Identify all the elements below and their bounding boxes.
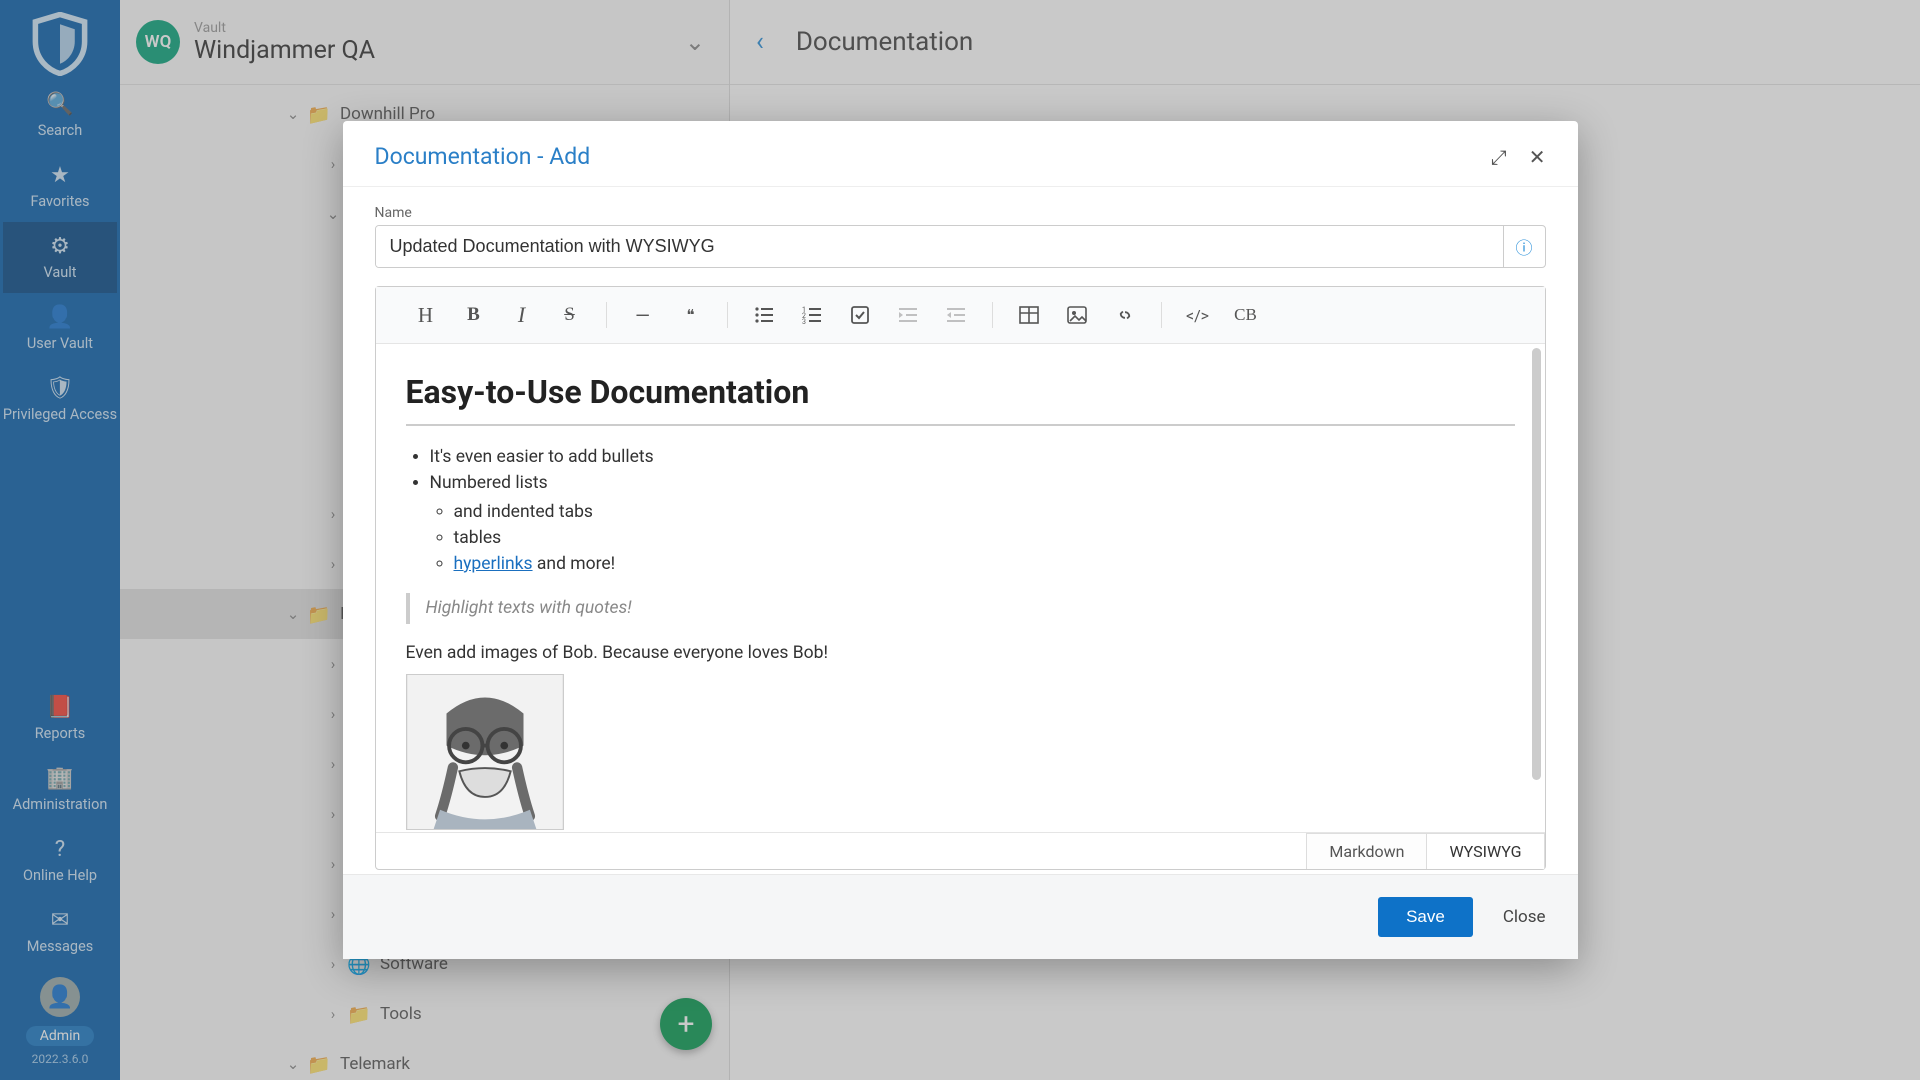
name-field-row: ⓘ: [375, 225, 1546, 268]
link-icon: [1115, 305, 1135, 325]
expand-icon[interactable]: ⤢: [1491, 145, 1507, 169]
heading-button[interactable]: H: [404, 297, 448, 333]
nested-list: and indented tabs tables hyperlinks and …: [430, 499, 1515, 578]
numbered-list-button[interactable]: 123: [790, 297, 834, 333]
table-button[interactable]: [1007, 297, 1051, 333]
numbered-list-icon: 123: [802, 306, 822, 324]
modal-body: Name ⓘ H B I S — ❝: [343, 187, 1578, 870]
close-button[interactable]: Close: [1503, 907, 1546, 927]
editor-mode-tabs: Markdown WYSIWYG: [376, 832, 1545, 869]
hyperlink[interactable]: hyperlinks: [454, 554, 533, 574]
bold-button[interactable]: B: [452, 297, 496, 333]
link-button[interactable]: [1103, 297, 1147, 333]
image-button[interactable]: [1055, 297, 1099, 333]
toolbar-separator: [606, 302, 607, 328]
modal-backdrop[interactable]: Documentation - Add ⤢ ✕ Name ⓘ H B I S: [0, 0, 1920, 1080]
toolbar-separator: [992, 302, 993, 328]
hr-button[interactable]: —: [621, 297, 665, 333]
markdown-tab[interactable]: Markdown: [1306, 833, 1426, 869]
doc-paragraph: Even add images of Bob. Because everyone…: [406, 640, 1515, 666]
bullet-list-button[interactable]: [742, 297, 786, 333]
indent-button[interactable]: [886, 297, 930, 333]
modal-header: Documentation - Add ⤢ ✕: [343, 121, 1578, 187]
italic-button[interactable]: I: [500, 297, 544, 333]
doc-bullet-list: It's even easier to add bullets Numbered…: [406, 444, 1515, 577]
image-icon: [1067, 306, 1087, 324]
wysiwyg-tab[interactable]: WYSIWYG: [1426, 833, 1544, 869]
doc-heading: Easy-to-Use Documentation: [406, 368, 1515, 426]
close-icon[interactable]: ✕: [1529, 145, 1546, 169]
editor-toolbar: H B I S — ❝ 123: [376, 287, 1545, 344]
code-block-button[interactable]: CB: [1224, 297, 1268, 333]
inline-code-button[interactable]: </>: [1176, 297, 1220, 333]
modal-footer: Save Close: [343, 874, 1578, 959]
editor-scrollbar[interactable]: [1532, 348, 1541, 828]
outdent-button[interactable]: [934, 297, 978, 333]
table-icon: [1019, 306, 1039, 324]
task-icon: [850, 305, 870, 325]
name-input[interactable]: [376, 226, 1503, 267]
toolbar-separator: [1161, 302, 1162, 328]
svg-text:3: 3: [802, 318, 806, 324]
list-item: It's even easier to add bullets: [430, 444, 1515, 470]
bullet-list-icon: [754, 306, 774, 324]
name-label: Name: [375, 205, 1546, 221]
indent-icon: [898, 306, 918, 324]
bob-image: [406, 674, 564, 830]
task-list-button[interactable]: [838, 297, 882, 333]
toolbar-separator: [727, 302, 728, 328]
quote-button[interactable]: ❝: [669, 297, 713, 333]
list-item: and indented tabs: [454, 499, 1515, 525]
info-icon[interactable]: ⓘ: [1503, 226, 1545, 267]
save-button[interactable]: Save: [1378, 897, 1473, 937]
list-item: tables: [454, 525, 1515, 551]
editor-content[interactable]: Easy-to-Use Documentation It's even easi…: [376, 344, 1545, 832]
strike-button[interactable]: S: [548, 297, 592, 333]
outdent-icon: [946, 306, 966, 324]
documentation-add-modal: Documentation - Add ⤢ ✕ Name ⓘ H B I S: [343, 121, 1578, 959]
editor: H B I S — ❝ 123: [375, 286, 1546, 870]
doc-quote: Highlight texts with quotes!: [406, 593, 1515, 623]
list-item: hyperlinks and more!: [454, 551, 1515, 577]
list-item: Numbered lists and indented tabs tables …: [430, 470, 1515, 577]
modal-title: Documentation - Add: [375, 143, 1469, 170]
